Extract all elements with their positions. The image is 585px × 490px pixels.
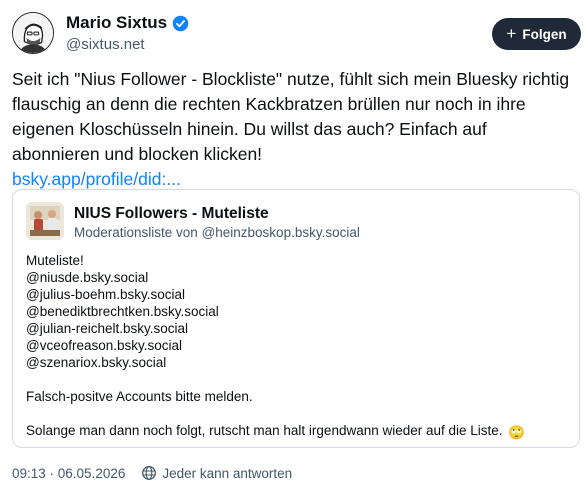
post-timestamp[interactable]: 09:13 · 06.05.2026 (12, 466, 125, 481)
embedded-list-card[interactable]: NIUS Followers - Muteliste Moderationsli… (12, 189, 580, 448)
verified-check-icon[interactable] (172, 15, 189, 32)
list-avatar (26, 202, 64, 240)
list-title[interactable]: NIUS Followers - Muteliste (74, 205, 269, 223)
author-avatar[interactable] (12, 12, 54, 54)
post-header: Mario Sixtus @sixtus.net (12, 12, 573, 56)
list-description-line: @szenariox.bsky.social (26, 355, 167, 370)
reply-setting[interactable]: Jeder kann antworten (162, 466, 292, 481)
list-description-line: Muteliste! (26, 253, 84, 268)
globe-icon (141, 465, 157, 481)
list-description-line: @julian-reichelt.bsky.social (26, 321, 189, 336)
author-display-name[interactable]: Mario Sixtus (66, 13, 167, 33)
list-subtitle: Moderationsliste von @heinzboskop.bsky.s… (74, 225, 360, 240)
list-description-line: Falsch-positve Accounts bitte melden. (26, 389, 253, 404)
list-description-line: @julius-boehm.bsky.social (26, 287, 186, 302)
list-description-gap (26, 405, 571, 422)
list-description-text: Solange man dann noch folgt, rutscht man… (26, 423, 503, 438)
post-meta: 09:13 · 06.05.2026 Jeder kann antworten (12, 465, 292, 481)
follow-button-label: Folgen (522, 26, 567, 42)
plus-icon: + (506, 24, 517, 43)
list-description-line: @benediktbrechtken.bsky.social (26, 304, 219, 319)
eye-roll-emoji: 🙄 (508, 425, 526, 440)
list-description-gap (26, 371, 571, 388)
author-name-row: Mario Sixtus (66, 13, 189, 33)
list-description-line: @niusde.bsky.social (26, 270, 149, 285)
list-description-line-last: Solange man dann noch folgt, rutscht man… (26, 422, 571, 440)
list-description-line: @vceofreason.bsky.social (26, 338, 183, 353)
follow-button[interactable]: + Folgen (492, 18, 581, 50)
post-body: Seit ich "Nius Follower - Blockliste" nu… (12, 67, 572, 192)
author-handle[interactable]: @sixtus.net (66, 36, 145, 53)
list-description: Muteliste! @niusde.bsky.social @julius-b… (26, 252, 571, 440)
post-text: Seit ich "Nius Follower - Blockliste" nu… (12, 69, 570, 164)
